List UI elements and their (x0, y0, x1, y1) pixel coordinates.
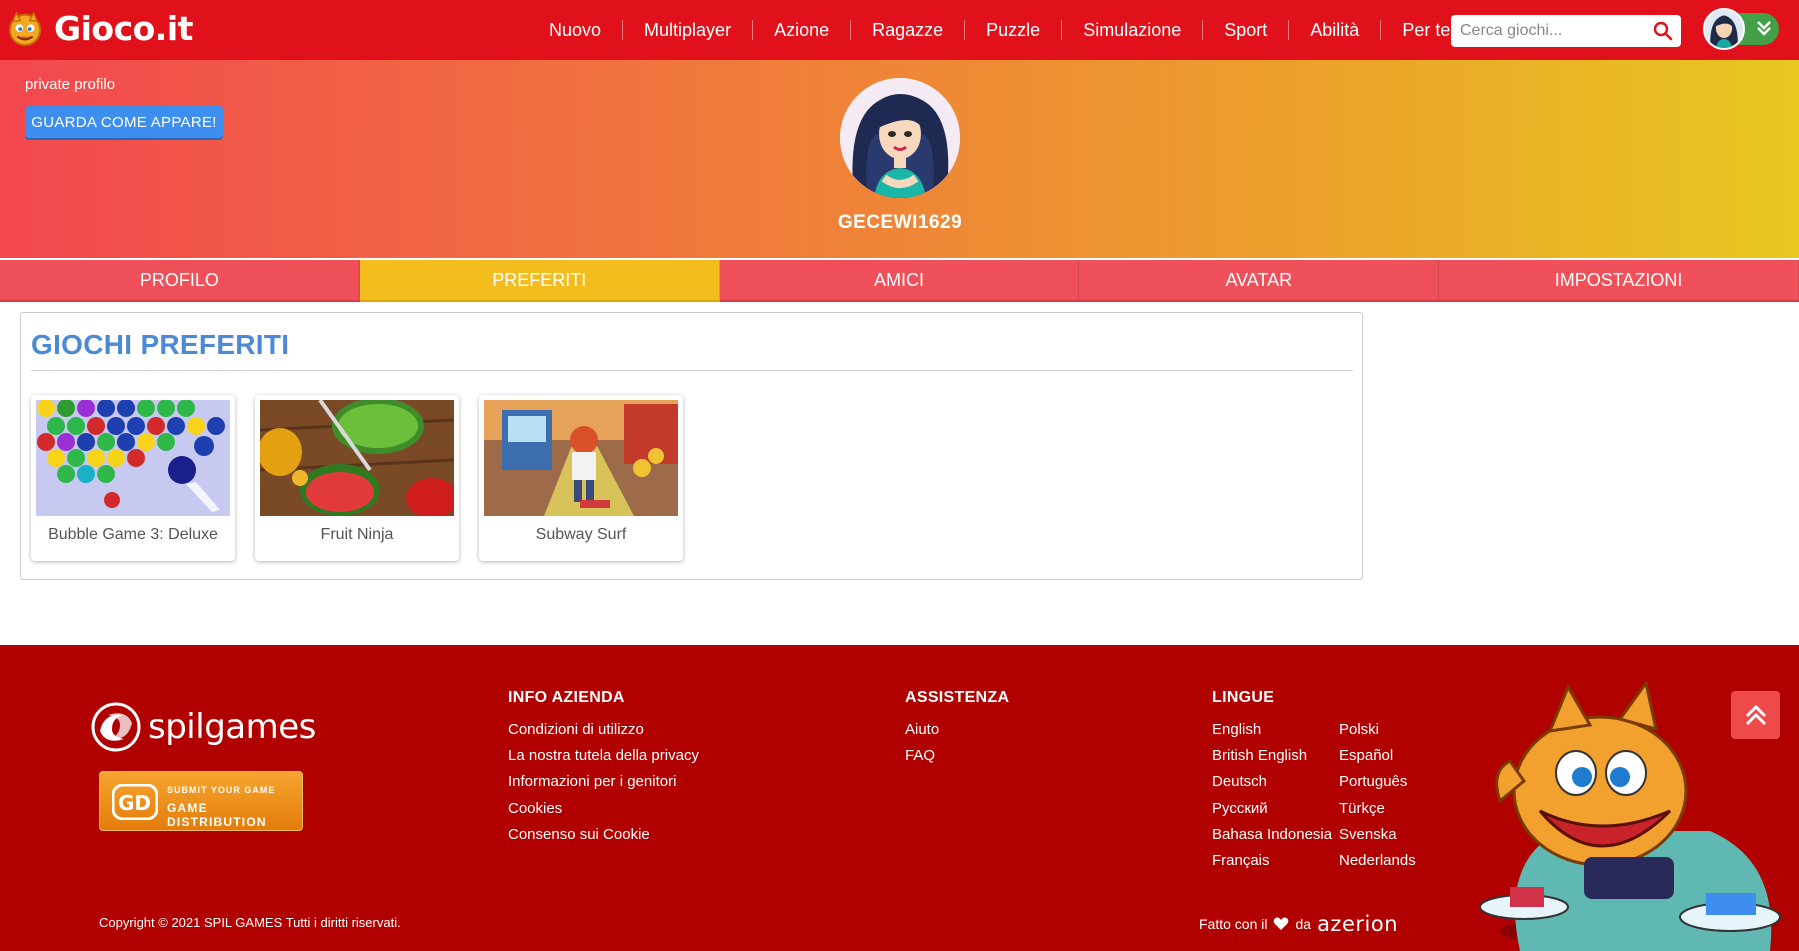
footer-link-parents[interactable]: Informazioni per i genitori (508, 769, 699, 795)
footer-link-faq[interactable]: FAQ (905, 743, 1009, 769)
favorite-games-list: Bubble Game 3: Deluxe Fruit Ninja Subway… (31, 395, 703, 561)
language-link-espanol[interactable]: Español (1339, 743, 1459, 769)
footer-column-title: INFO AZIENDA (508, 689, 625, 706)
tab-amici[interactable]: AMICI (719, 260, 1080, 302)
subway-surf-thumbnail-image (484, 400, 678, 516)
user-menu[interactable] (1703, 8, 1779, 50)
privacy-status: private profilo (25, 76, 116, 93)
language-link-turkce[interactable]: Türkçe (1339, 796, 1459, 822)
game-card-bubble-game[interactable]: Bubble Game 3: Deluxe (31, 395, 235, 561)
footer-column-title: ASSISTENZA (905, 689, 1010, 706)
game-thumbnail[interactable] (36, 400, 230, 516)
nav-item-simulazione[interactable]: Simulazione (1062, 20, 1204, 40)
divider (31, 370, 1353, 371)
search-box (1451, 15, 1681, 47)
gd-badge-line-2: GAME DISTRIBUTION (167, 801, 267, 829)
svg-text:GD: GD (118, 791, 151, 815)
heart-icon (1274, 917, 1289, 930)
spilgames-logo-text: spilgames (148, 707, 316, 747)
main-nav: Nuovo Multiplayer Azione Ragazze Puzzle … (528, 0, 1471, 60)
game-distribution-icon: GD (112, 784, 158, 820)
language-link-francais[interactable]: Français (1212, 848, 1339, 874)
language-link-bahasa-indonesia[interactable]: Bahasa Indonesia (1212, 822, 1339, 848)
fruit-ninja-thumbnail-image (260, 400, 454, 516)
game-title[interactable]: Subway Surf (484, 526, 678, 544)
made-with-love: Fatto con il da azerion (1199, 912, 1398, 936)
footer-column-title: LINGUE (1212, 689, 1275, 706)
language-link-russian[interactable]: Русский (1212, 796, 1339, 822)
favorite-games-title: GIOCHI PREFERITI (31, 329, 290, 360)
preview-profile-button[interactable]: GUARDA COME APPARE! (25, 106, 223, 138)
profile-tabs: PROFILO PREFERITI AMICI AVATAR IMPOSTAZI… (0, 260, 1799, 302)
language-link-british-english[interactable]: British English (1212, 743, 1339, 769)
nav-item-puzzle[interactable]: Puzzle (965, 20, 1063, 40)
tab-profilo[interactable]: PROFILO (0, 260, 360, 302)
nav-item-sport[interactable]: Sport (1203, 20, 1290, 40)
footer-link-cookie-consent[interactable]: Consenso sui Cookie (508, 822, 699, 848)
logo-text: Gioco.it (54, 9, 193, 48)
favorite-games-panel: GIOCHI PREFERITI Bubble Game 3: Deluxe F… (20, 312, 1363, 580)
game-title[interactable]: Fruit Ninja (260, 526, 454, 544)
footer-assistance: ASSISTENZA Aiuto FAQ (905, 689, 1009, 769)
spilgames-swirl-icon (91, 702, 141, 752)
game-thumbnail[interactable] (484, 400, 678, 516)
search-input[interactable] (1451, 15, 1641, 47)
footer-languages: LINGUE English Polski British English Es… (1212, 689, 1459, 874)
tab-preferiti[interactable]: PREFERITI (359, 260, 720, 302)
made-with-prefix: Fatto con il (1199, 916, 1268, 932)
copyright-text: Copyright © 2021 SPIL GAMES Tutti i diri… (99, 915, 401, 930)
language-link-nederlands[interactable]: Nederlands (1339, 848, 1459, 874)
language-list: English Polski British English Español D… (1212, 717, 1459, 874)
nav-item-ragazze[interactable]: Ragazze (851, 20, 966, 40)
profile-avatar (840, 78, 960, 198)
footer-link-help[interactable]: Aiuto (905, 717, 1009, 743)
tab-impostazioni[interactable]: IMPOSTAZIONI (1439, 260, 1799, 302)
language-link-deutsch[interactable]: Deutsch (1212, 769, 1339, 795)
language-link-english[interactable]: English (1212, 717, 1339, 743)
site-logo[interactable]: Gioco.it (6, 10, 193, 48)
profile-banner: private profilo GUARDA COME APPARE! GECE… (0, 60, 1799, 258)
azerion-logo[interactable]: azerion (1317, 912, 1398, 936)
gd-badge-line-1: SUBMIT YOUR GAME (167, 785, 276, 795)
nav-item-nuovo[interactable]: Nuovo (528, 20, 624, 40)
footer-company-info: INFO AZIENDA Condizioni di utilizzo La n… (508, 689, 699, 848)
nav-item-multiplayer[interactable]: Multiplayer (623, 20, 754, 40)
language-link-polski[interactable]: Polski (1339, 717, 1459, 743)
dragon-mascot-icon (8, 11, 42, 47)
site-footer: spilgames GD SUBMIT YOUR GAME GAME DISTR… (0, 645, 1799, 951)
search-icon[interactable] (1653, 21, 1673, 41)
nav-item-azione[interactable]: Azione (753, 20, 852, 40)
game-title[interactable]: Bubble Game 3: Deluxe (36, 526, 230, 544)
footer-link-privacy[interactable]: La nostra tutela della privacy (508, 743, 699, 769)
footer-link-cookies[interactable]: Cookies (508, 796, 699, 822)
tab-avatar[interactable]: AVATAR (1079, 260, 1440, 302)
game-distribution-badge[interactable]: GD SUBMIT YOUR GAME GAME DISTRIBUTION (99, 771, 303, 831)
double-chevron-up-icon (1745, 704, 1766, 726)
made-with-suffix: da (1295, 916, 1312, 932)
user-avatar[interactable] (1703, 8, 1745, 50)
top-navigation-bar: Gioco.it Nuovo Multiplayer Azione Ragazz… (0, 0, 1799, 60)
spilgames-logo[interactable]: spilgames (90, 701, 316, 753)
bubble-game-thumbnail-image (36, 400, 230, 516)
scroll-to-top-button[interactable] (1731, 691, 1780, 739)
game-thumbnail[interactable] (260, 400, 454, 516)
nav-item-abilita[interactable]: Abilità (1289, 20, 1382, 40)
language-link-portugues[interactable]: Português (1339, 769, 1459, 795)
chevron-down-icon[interactable] (1755, 19, 1773, 37)
avatar-girl-icon (840, 78, 960, 198)
avatar-girl-icon (1705, 10, 1743, 48)
profile-username: GECEWI1629 (837, 212, 963, 233)
game-card-subway-surf[interactable]: Subway Surf (479, 395, 683, 561)
footer-link-terms[interactable]: Condizioni di utilizzo (508, 717, 699, 743)
language-link-svenska[interactable]: Svenska (1339, 822, 1459, 848)
game-card-fruit-ninja[interactable]: Fruit Ninja (255, 395, 459, 561)
